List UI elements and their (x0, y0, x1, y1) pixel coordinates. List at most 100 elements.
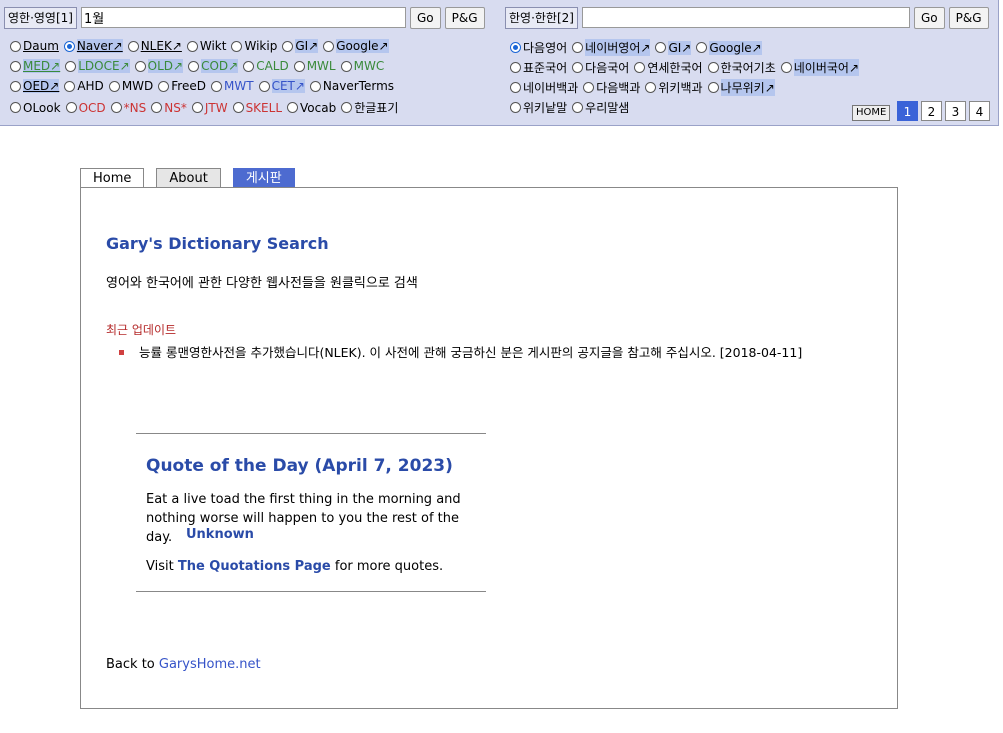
tab-about[interactable]: About (156, 168, 221, 188)
dictionary-option[interactable]: Google↗ (323, 39, 389, 53)
dictionary-option[interactable]: MED↗ (10, 59, 61, 73)
page-button-3[interactable]: 3 (945, 101, 966, 121)
radio-icon[interactable] (510, 82, 521, 93)
dictionary-option[interactable]: SKELL (232, 101, 282, 115)
radio-icon[interactable] (158, 80, 170, 92)
korean-search-input[interactable] (581, 7, 910, 28)
radio-icon[interactable] (134, 60, 146, 72)
radio-icon[interactable] (110, 102, 122, 113)
page-button-4[interactable]: 4 (969, 101, 990, 121)
radio-icon[interactable] (232, 102, 244, 113)
dictionary-option[interactable]: COD↗ (188, 59, 239, 73)
dictionary-option[interactable]: Daum (10, 39, 59, 53)
dictionary-option[interactable]: 네이버국어↗ (780, 59, 860, 76)
tab-board[interactable]: 게시판 (232, 168, 295, 188)
radio-icon[interactable] (10, 102, 21, 113)
dictionary-option[interactable]: NaverTerms (309, 79, 394, 93)
radio-icon[interactable] (287, 102, 299, 113)
radio-icon[interactable] (510, 62, 521, 73)
dictionary-option[interactable]: 위키백과 (645, 79, 703, 96)
dictionary-option[interactable]: *NS (110, 101, 146, 115)
english-pg-button[interactable]: P&G (444, 6, 485, 29)
radio-icon[interactable] (645, 82, 657, 93)
dictionary-option[interactable]: 네이버영어↗ (572, 39, 651, 56)
dictionary-option[interactable]: OED↗ (10, 79, 60, 93)
dictionary-option[interactable]: 다음영어 (510, 39, 567, 56)
garyshome-link[interactable]: GarysHome.net (159, 657, 261, 672)
dictionary-option[interactable]: LDOCE↗ (65, 59, 130, 73)
dictionary-option[interactable]: MWD (108, 79, 153, 93)
dictionary-option[interactable]: FreeD (158, 79, 206, 93)
dictionary-option[interactable]: Naver↗ (63, 39, 123, 53)
radio-icon[interactable] (707, 82, 719, 93)
dictionary-option[interactable]: OLook (10, 101, 61, 115)
page-button-2[interactable]: 2 (921, 101, 942, 121)
radio-icon[interactable] (211, 80, 222, 92)
radio-icon[interactable] (510, 102, 521, 113)
radio-icon[interactable] (151, 102, 163, 113)
radio-icon[interactable] (634, 62, 646, 73)
radio-icon[interactable] (186, 40, 198, 52)
radio-icon[interactable] (309, 80, 321, 92)
radio-icon[interactable] (696, 42, 708, 53)
korean-go-button[interactable]: Go (913, 6, 945, 29)
radio-icon[interactable] (655, 42, 667, 53)
radio-icon[interactable] (572, 62, 584, 73)
quotations-page-link[interactable]: The Quotations Page (178, 559, 331, 574)
dictionary-option[interactable]: GI↗ (282, 39, 319, 53)
radio-icon[interactable] (10, 80, 21, 92)
radio-icon[interactable] (127, 40, 139, 52)
radio-icon[interactable] (780, 62, 792, 73)
dictionary-option[interactable]: 네이버백과 (510, 79, 578, 96)
radio-icon[interactable] (10, 60, 21, 72)
radio-icon[interactable] (323, 40, 335, 52)
dictionary-option[interactable]: Wikt (186, 39, 226, 53)
radio-icon[interactable] (707, 62, 719, 73)
english-search-input[interactable] (80, 7, 406, 28)
radio-icon[interactable] (10, 40, 21, 52)
dictionary-option[interactable]: MWL (293, 59, 336, 73)
korean-pg-button[interactable]: P&G (948, 6, 989, 29)
radio-icon[interactable] (341, 102, 353, 113)
radio-icon[interactable] (231, 40, 243, 52)
english-go-button[interactable]: Go (409, 6, 441, 29)
dictionary-option[interactable]: 위키낱말 (510, 99, 567, 116)
radio-icon[interactable] (282, 40, 294, 52)
radio-icon[interactable] (293, 60, 305, 72)
dictionary-option[interactable]: OLD↗ (134, 59, 184, 73)
radio-selected-icon[interactable] (510, 42, 521, 53)
dictionary-option[interactable]: AHD (64, 79, 104, 93)
radio-icon[interactable] (108, 80, 120, 92)
radio-selected-icon[interactable] (63, 40, 75, 52)
radio-icon[interactable] (188, 60, 200, 72)
home-button[interactable]: HOME (852, 105, 891, 121)
dictionary-option[interactable]: 다음국어 (572, 59, 629, 76)
dictionary-option[interactable]: 표준국어 (510, 59, 567, 76)
page-button-1[interactable]: 1 (897, 101, 918, 121)
radio-icon[interactable] (572, 42, 584, 53)
dictionary-option[interactable]: Wikip (231, 39, 277, 53)
radio-icon[interactable] (65, 102, 77, 113)
dictionary-option[interactable]: JTW (191, 101, 228, 115)
dictionary-option[interactable]: CALD (243, 59, 289, 73)
dictionary-option[interactable]: OCD (65, 101, 106, 115)
dictionary-option[interactable]: NLEK↗ (127, 39, 182, 53)
radio-icon[interactable] (191, 102, 203, 113)
dictionary-option[interactable]: GI↗ (655, 40, 692, 55)
radio-icon[interactable] (572, 102, 584, 113)
dictionary-option[interactable]: CET↗ (258, 79, 305, 93)
dictionary-option[interactable]: 연세한국어 (634, 59, 703, 76)
radio-icon[interactable] (243, 60, 255, 72)
dictionary-option[interactable]: 다음백과 (583, 79, 640, 96)
dictionary-option[interactable]: 우리말샘 (572, 99, 629, 116)
dictionary-option[interactable]: NS* (151, 101, 187, 115)
radio-icon[interactable] (64, 80, 76, 92)
dictionary-option[interactable]: 한국어기초 (707, 59, 776, 76)
radio-icon[interactable] (65, 60, 77, 72)
dictionary-option[interactable]: MWT (211, 79, 254, 93)
dictionary-option[interactable]: MWC (340, 59, 384, 73)
radio-icon[interactable] (583, 82, 595, 93)
radio-icon[interactable] (340, 60, 352, 72)
dictionary-option[interactable]: Vocab (287, 101, 336, 115)
dictionary-option[interactable]: 한글표기 (341, 99, 398, 116)
